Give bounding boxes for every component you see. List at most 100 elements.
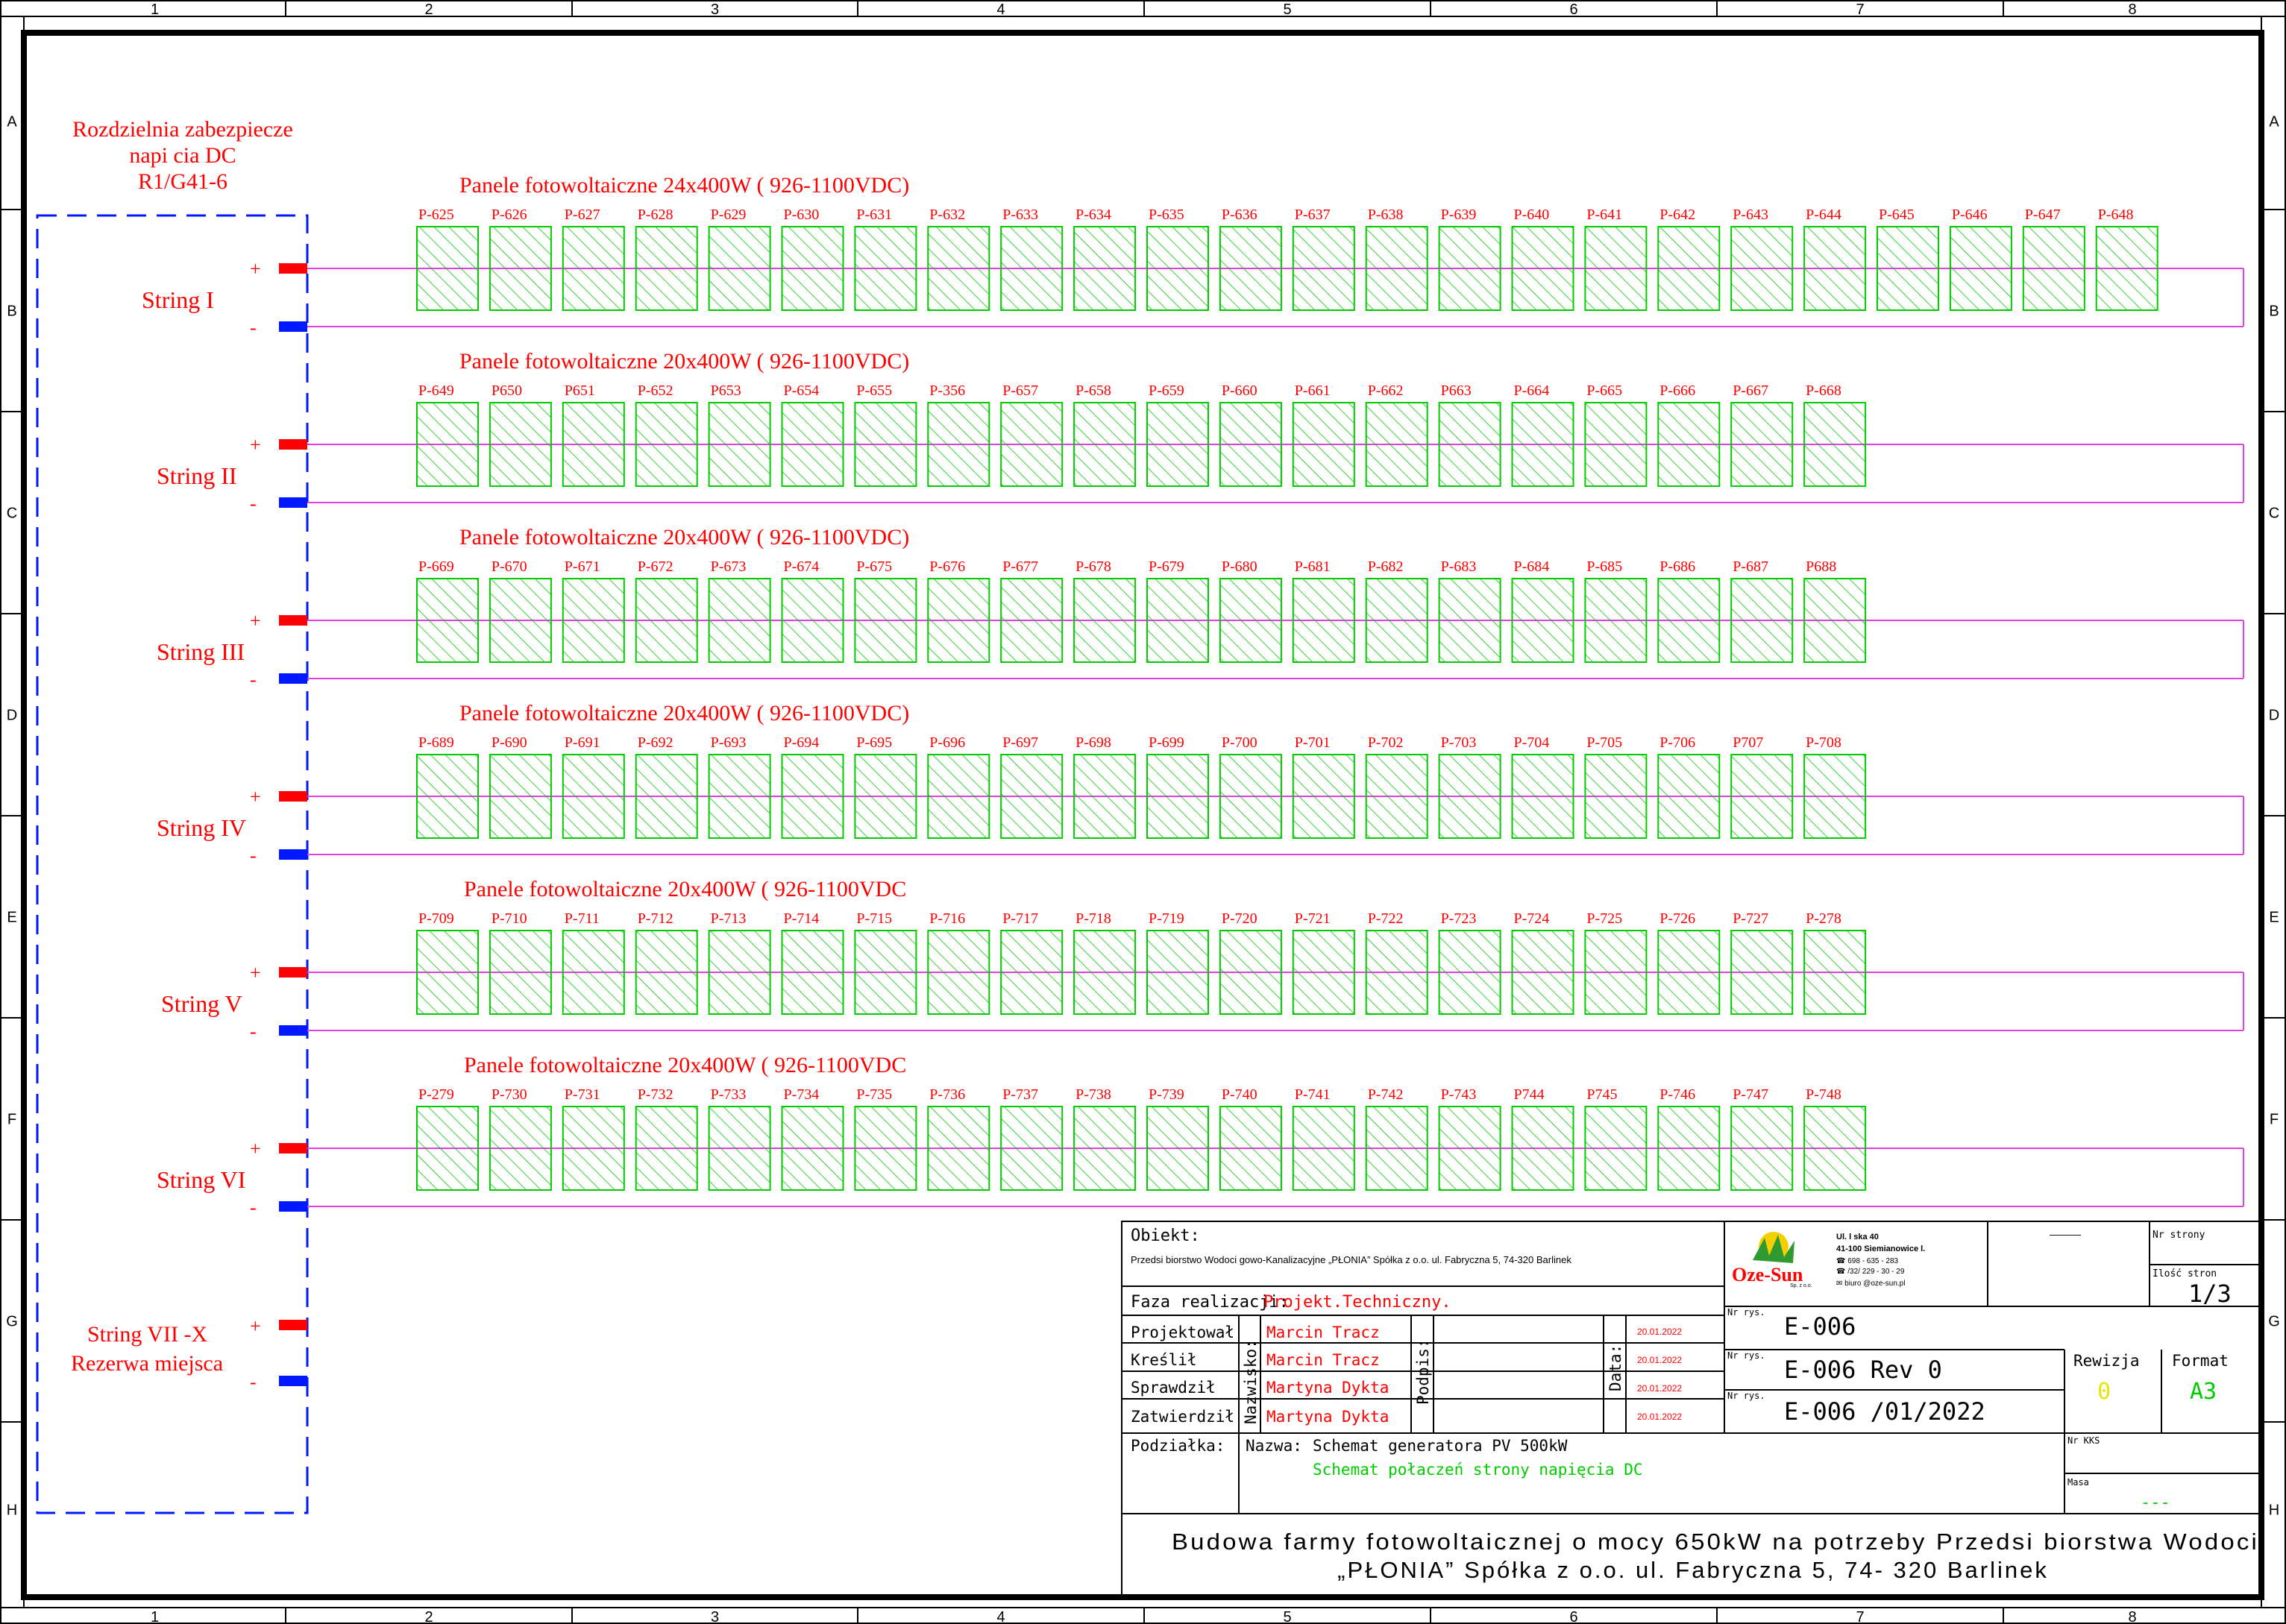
pv-panel: [1584, 226, 1648, 311]
panel-label: P-675: [856, 558, 892, 575]
panel-label: P-634: [1076, 207, 1111, 223]
switchboard-title-1: Rozdzielnia zabezpiecze: [72, 117, 293, 142]
panel-label: P-648: [2098, 207, 2134, 223]
row-label-right: E: [2269, 910, 2279, 926]
ilosc-stron-label: Ilość stron: [2152, 1268, 2217, 1280]
panel-label: P-717: [1002, 910, 1038, 927]
pv-panel: [489, 402, 552, 487]
pv-panel: [489, 754, 552, 839]
panel-label: P-682: [1368, 558, 1404, 575]
panel-label: P-722: [1368, 910, 1404, 927]
pv-panel: [854, 754, 917, 839]
minus-sign: -: [250, 669, 257, 690]
string-name: String V: [161, 990, 242, 1017]
panel-label: P-647: [2025, 207, 2061, 223]
ilosc-stron-value: 1/3: [2188, 1280, 2232, 1308]
panel-label: P-713: [711, 910, 747, 927]
panel-label: P-723: [1441, 910, 1477, 927]
schematic-sheet: 1 1 2 2 3 3 4 4 5 5 6 6 7 7 8 8 A A B B C C D D E E F F G G H H Rozdzi…: [0, 0, 2286, 1624]
nr-rys-label-3: Nr rys.: [1727, 1391, 1765, 1401]
pv-panel: [927, 754, 990, 839]
pv-panel: [416, 1106, 479, 1191]
panel-label: P-655: [856, 383, 892, 399]
panel-label: P-684: [1514, 558, 1550, 575]
panel-label: P-626: [492, 207, 527, 223]
switchboard-title-3: R1/G41-6: [138, 169, 227, 194]
pv-panel: [1657, 402, 1721, 487]
panel-label: P-698: [1076, 734, 1111, 751]
panel-label: P-278: [1806, 910, 1841, 927]
pv-panel: [416, 754, 479, 839]
company-logo: Oze-Sun Sp. z o.o.: [1732, 1232, 1812, 1288]
title-block-text: Obiekt: Przedsi biorstwo Wodoci gowo-Kan…: [1131, 1227, 2257, 1583]
panel-label: P-652: [638, 383, 673, 399]
minus-terminal: [279, 673, 307, 684]
panel-label: P-673: [711, 558, 747, 575]
panel-label: P-734: [784, 1086, 820, 1103]
panel-label: P-657: [1002, 383, 1038, 399]
string-title: Panele fotowoltaiczne 24x400W ( 926-1100…: [459, 173, 909, 198]
pv-panel: [1073, 1106, 1137, 1191]
panel-label: P-746: [1659, 1086, 1695, 1103]
reserve-plus-terminal: [279, 1320, 307, 1330]
col-label-bottom: 5: [1283, 1609, 1291, 1624]
panel-label: P-689: [418, 734, 454, 751]
role-4: Zatwierdził: [1131, 1408, 1234, 1426]
panel-label: P-665: [1586, 383, 1622, 399]
pv-panel: [1730, 930, 1794, 1015]
col-label-bottom: 8: [2128, 1609, 2136, 1624]
pv-panel: [927, 226, 990, 311]
pv-panel: [1730, 1106, 1794, 1191]
panel-label: P-747: [1733, 1086, 1768, 1103]
pv-panel: [416, 930, 479, 1015]
pv-panel: [1000, 930, 1064, 1015]
pv-panel: [1657, 754, 1721, 839]
person-4: Martyna Dykta: [1266, 1408, 1389, 1426]
pv-panel: [1365, 1106, 1428, 1191]
pv-panel: [927, 402, 990, 487]
string-group: Panele fotowoltaiczne 20x400W ( 926-1100…: [157, 1053, 2244, 1218]
panel-label: P-627: [565, 207, 600, 223]
pv-panel: [1803, 930, 1867, 1015]
data-label: Data:: [1607, 1344, 1624, 1391]
pv-panel: [1292, 402, 1355, 487]
pv-panel: [1803, 578, 1867, 663]
pv-panel: [562, 578, 625, 663]
string-name: String I: [142, 286, 214, 313]
panel-label: P-683: [1441, 558, 1477, 575]
nr-kks-label: Nr KKS: [2067, 1435, 2100, 1446]
nazwisko-label: Nazwisko:: [1242, 1339, 1260, 1424]
panel-label: P-635: [1149, 207, 1184, 223]
col-label-bottom: 7: [1856, 1609, 1864, 1624]
reserve-minus-sign: -: [250, 1371, 257, 1393]
company-phone-2: ☎ /32/ 229 - 30 - 29: [1836, 1268, 1905, 1276]
panel-label: P-703: [1441, 734, 1477, 751]
panel-label: P-737: [1002, 1086, 1038, 1103]
dash-top: ———: [2050, 1228, 2081, 1240]
minus-terminal: [279, 497, 307, 508]
panel-label: P-700: [1222, 734, 1257, 751]
format-label: Format: [2172, 1352, 2229, 1370]
plus-terminal: [279, 967, 307, 978]
person-3: Martyna Dykta: [1266, 1379, 1389, 1397]
panel-label: P-733: [711, 1086, 747, 1103]
panel-label: P-701: [1295, 734, 1331, 751]
pv-panel: [1219, 402, 1282, 487]
pv-panel: [1365, 226, 1428, 311]
row-label-left: A: [7, 114, 17, 130]
pv-panel: [1511, 226, 1574, 311]
panel-label: P-660: [1222, 383, 1257, 399]
panel-label: P-730: [492, 1086, 527, 1103]
reserve-label-1: String VII -X: [87, 1322, 207, 1347]
pv-panel: [1219, 930, 1282, 1015]
panel-label: P-666: [1659, 383, 1695, 399]
panel-label: P-705: [1586, 734, 1622, 751]
pv-panel: [1073, 754, 1137, 839]
panel-label: P-740: [1222, 1086, 1257, 1103]
podpis-label: Podpis:: [1414, 1338, 1432, 1405]
pv-panel: [489, 1106, 552, 1191]
pv-panel: [416, 402, 479, 487]
panel-label: P-628: [638, 207, 673, 223]
pv-panel: [1219, 754, 1282, 839]
plus-sign: +: [250, 434, 261, 456]
